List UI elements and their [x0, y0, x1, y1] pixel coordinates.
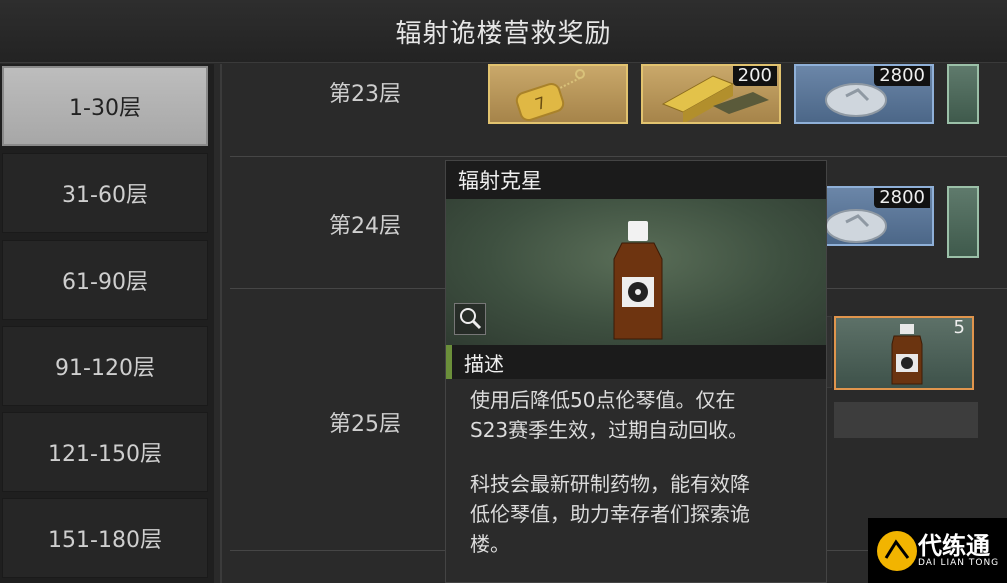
page-title: 辐射诡楼营救奖励 — [395, 18, 612, 49]
dog-tag-icon: 7 — [515, 69, 585, 122]
reward-slot[interactable]: 200 — [641, 64, 781, 124]
sidebar-item-label: 151-180层 — [48, 528, 162, 553]
description-line: 使用后降低50点伦琴值。仅在 — [470, 388, 736, 412]
sidebar-item-label: 91-120层 — [55, 356, 155, 381]
sidebar-item-label: 121-150层 — [48, 442, 162, 467]
sidebar-item-151-180[interactable]: 151-180层 — [2, 498, 208, 578]
radiation-bottle-icon — [613, 221, 663, 340]
item-tooltip: 辐射克星 描述 使用后降低50点伦琴值。仅在 S23赛季生效，过期自动回收。 科… — [445, 160, 827, 583]
sidebar-item-121-150[interactable]: 121-150层 — [2, 412, 208, 492]
reward-slot-selected[interactable]: 5 — [834, 316, 974, 390]
sidebar-item-91-120[interactable]: 91-120层 — [2, 326, 208, 406]
reward-slot-partial[interactable] — [947, 186, 979, 258]
reward-slot[interactable]: 7 — [488, 64, 628, 124]
sidebar-item-label: 31-60层 — [62, 183, 148, 208]
reward-slot-partial[interactable] — [947, 64, 979, 124]
tooltip-title: 辐射克星 — [446, 161, 826, 199]
title-bar: 辐射诡楼营救奖励 — [0, 0, 1007, 63]
reward-slot[interactable]: 2800 — [794, 64, 934, 124]
watermark-logo: 代练通 DAI LIAN TONG — [868, 518, 1007, 583]
reward-count: 200 — [732, 66, 777, 86]
row-divider — [230, 156, 1007, 157]
magnifier-icon — [460, 308, 482, 330]
watermark-subtext: DAI LIAN TONG — [918, 558, 1000, 568]
description-header: 描述 — [446, 345, 826, 379]
sidebar-item-label: 1-30层 — [69, 96, 141, 121]
zoom-button[interactable] — [454, 303, 486, 335]
reward-count: 2800 — [874, 188, 930, 208]
description-line: 科技会最新研制药物，能有效降 — [470, 472, 750, 496]
watermark-text: 代练通 — [918, 532, 990, 560]
sidebar-item-label: 61-90层 — [62, 270, 148, 295]
logo-icon — [877, 531, 917, 571]
floor-label: 第23层 — [329, 82, 401, 107]
item-image — [446, 199, 826, 345]
sidebar-item-1-30[interactable]: 1-30层 — [2, 66, 208, 146]
floor-label: 第25层 — [329, 412, 401, 437]
reward-count: 5 — [953, 317, 965, 338]
sidebar-item-61-90[interactable]: 61-90层 — [2, 240, 208, 320]
sidebar-item-31-60[interactable]: 31-60层 — [2, 153, 208, 233]
reward-count: 2800 — [874, 66, 930, 86]
floor-label: 第24层 — [329, 214, 401, 239]
floor-range-sidebar: 1-30层 31-60层 61-90层 91-120层 121-150层 151… — [0, 64, 214, 583]
description-line: 低伦琴值，助力幸存者们探索诡 — [470, 502, 750, 526]
description-line: 楼。 — [470, 532, 510, 556]
reward-label-bar — [834, 402, 978, 438]
description-line: S23赛季生效，过期自动回收。 — [470, 418, 749, 442]
